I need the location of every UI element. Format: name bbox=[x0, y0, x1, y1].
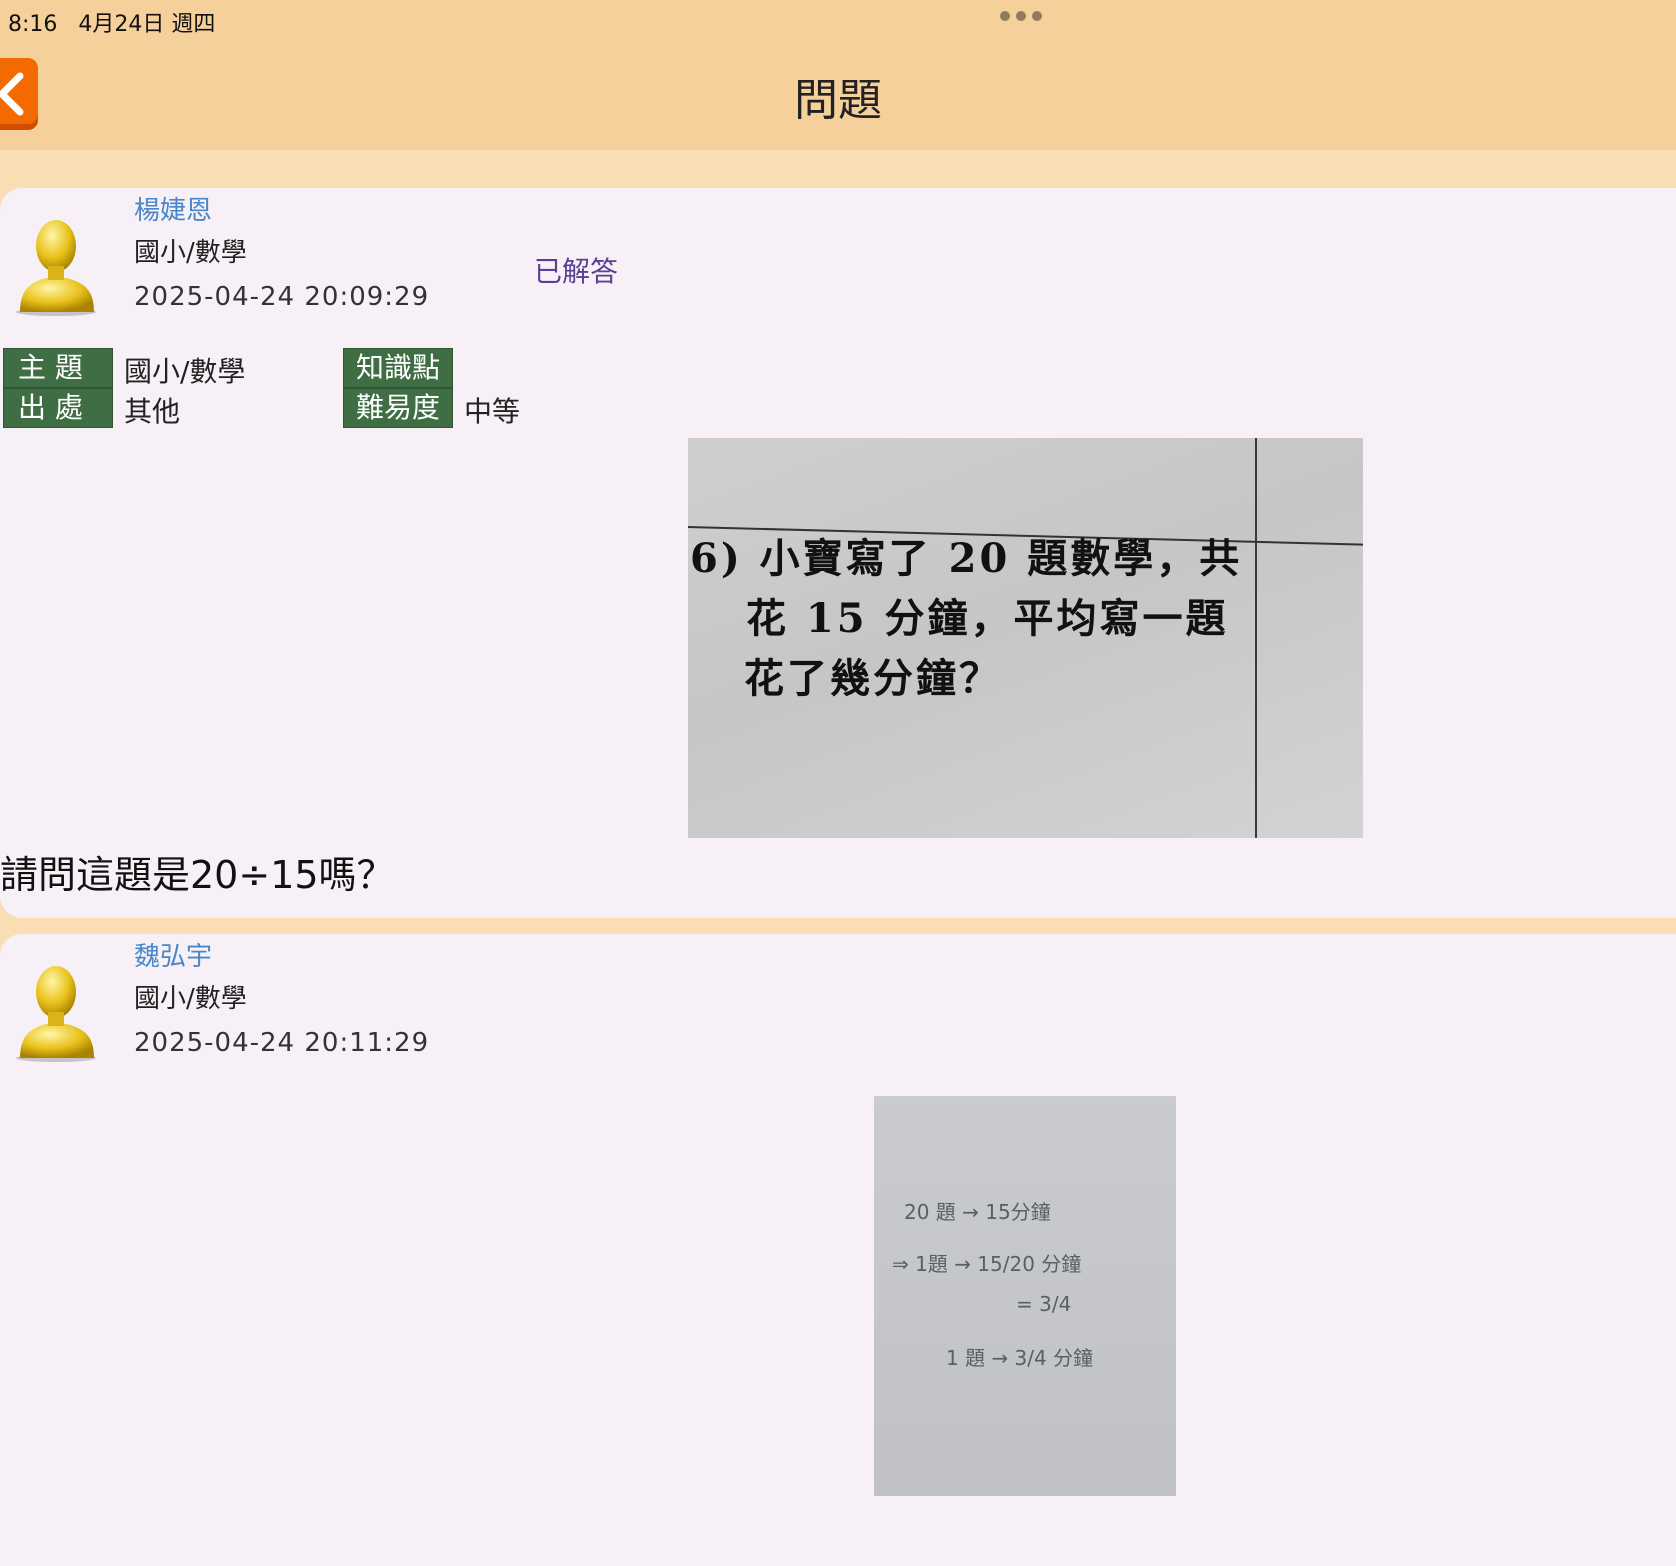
source-value: 其他 bbox=[124, 395, 181, 428]
separator-band bbox=[0, 918, 1676, 934]
status-clock: 8:16 bbox=[8, 12, 58, 37]
photo-text-line1: 6) 小寶寫了 20 題數學，共 bbox=[690, 535, 1243, 582]
status-bar: 8:16 4月24日 週四 bbox=[0, 0, 1676, 38]
question-body: 請問這題是20÷15嗎？ bbox=[0, 853, 395, 897]
question-card: 楊婕恩 國小/數學 2025-04-24 20:09:29 已解答 主 題 國小… bbox=[0, 188, 1676, 918]
knowledge-point-label: 知識點 bbox=[343, 348, 453, 388]
photo-text-line4: 1 題 → 3/4 分鐘 bbox=[946, 1346, 1094, 1370]
status-time: 8:16 4月24日 週四 bbox=[8, 6, 215, 38]
photo-text-line3: = 3/4 bbox=[1016, 1292, 1072, 1316]
photo-text-line1: 20 題 → 15分鐘 bbox=[904, 1200, 1051, 1224]
answer-photo[interactable]: 20 題 → 15分鐘 ⇒ 1題 → 15/20 分鐘 = 3/4 1 題 → … bbox=[874, 1096, 1176, 1496]
timestamp: 2025-04-24 20:09:29 bbox=[134, 282, 430, 312]
separator-band bbox=[0, 150, 1676, 188]
photo-text-line3: 花了幾分鐘？ bbox=[744, 655, 1002, 702]
subject-text: 國小/數學 bbox=[134, 238, 247, 268]
timestamp: 2025-04-24 20:11:29 bbox=[134, 1028, 430, 1058]
user-avatar-icon[interactable] bbox=[12, 962, 100, 1062]
answer-card: 魏弘宇 國小/數學 2025-04-24 20:11:29 20 題 → 15分… bbox=[0, 934, 1676, 1566]
photo-margin-line bbox=[1255, 438, 1257, 838]
topic-label: 主 題 bbox=[3, 348, 113, 388]
difficulty-value: 中等 bbox=[464, 395, 521, 428]
status-badge[interactable]: 已解答 bbox=[534, 250, 618, 290]
difficulty-label: 難易度 bbox=[343, 388, 453, 428]
multitask-dots-icon[interactable] bbox=[1000, 11, 1042, 21]
source-label: 出 處 bbox=[3, 388, 113, 428]
author-name[interactable]: 魏弘宇 bbox=[134, 936, 212, 973]
photo-text-line2: 花 15 分鐘，平均寫一題 bbox=[746, 595, 1229, 642]
author-name[interactable]: 楊婕恩 bbox=[134, 190, 212, 227]
subject-text: 國小/數學 bbox=[134, 984, 247, 1014]
photo-text-line2: ⇒ 1題 → 15/20 分鐘 bbox=[892, 1252, 1082, 1276]
status-date: 4月24日 週四 bbox=[78, 12, 216, 37]
topic-value: 國小/數學 bbox=[124, 355, 246, 388]
user-avatar-icon[interactable] bbox=[12, 216, 100, 316]
page-title: 問題 bbox=[794, 75, 882, 126]
navigation-bar: 問題 bbox=[0, 36, 1676, 150]
question-photo[interactable]: 6) 小寶寫了 20 題數學，共 花 15 分鐘，平均寫一題 花了幾分鐘？ bbox=[688, 438, 1363, 838]
